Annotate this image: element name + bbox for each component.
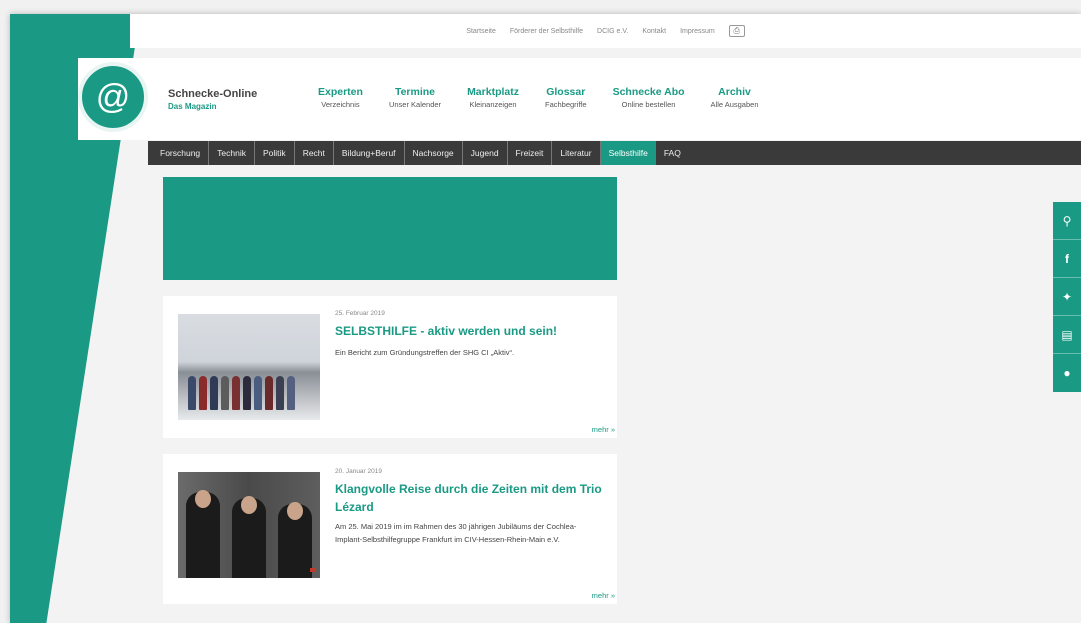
topbar-link-kontakt[interactable]: Kontakt <box>642 28 666 35</box>
article-title[interactable]: Klangvolle Reise durch die Zeiten mit de… <box>335 480 605 516</box>
group-photo <box>188 376 295 410</box>
topbar-link-startseite[interactable]: Startseite <box>466 28 496 35</box>
topbar-link-dcig[interactable]: DCIG e.V. <box>597 28 628 35</box>
nav-item-subtitle: Verzeichnis <box>321 100 360 109</box>
nav-item-glossar[interactable]: Glossar Fachbegriffe <box>545 86 587 109</box>
article-card: 25. Februar 2019 SELBSTHILFE - aktiv wer… <box>163 296 617 438</box>
read-more-link[interactable]: mehr » <box>592 425 615 434</box>
article-card: 20. Januar 2019 Klangvolle Reise durch d… <box>163 454 617 604</box>
nav-item-subtitle: Kleinanzeigen <box>469 100 517 109</box>
brand-name: Schnecke-Online <box>168 88 258 100</box>
nav-item-title: Glossar <box>546 86 586 98</box>
nav-item-marktplatz[interactable]: Marktplatz Kleinanzeigen <box>467 86 519 109</box>
nav-item-archiv[interactable]: Archiv Alle Ausgaben <box>711 86 759 109</box>
twitter-icon[interactable]: ✦ <box>1053 278 1081 316</box>
nav-item-subtitle: Online bestellen <box>621 100 676 109</box>
brand-subtitle: Das Magazin <box>168 102 217 111</box>
main-navigation: Experten Verzeichnis Termine Unser Kalen… <box>318 86 759 109</box>
site-header: @ Schnecke-Online Das Magazin Experten V… <box>78 58 1081 140</box>
article-date: 20. Januar 2019 <box>335 468 382 475</box>
category-bildung-beruf[interactable]: Bildung+Beruf <box>334 141 405 165</box>
category-politik[interactable]: Politik <box>255 141 295 165</box>
nav-item-subtitle: Alle Ausgaben <box>710 100 759 109</box>
nav-item-subtitle: Fachbegriffe <box>545 100 587 109</box>
topbar-link-impressum[interactable]: Impressum <box>680 28 715 35</box>
nav-item-experten[interactable]: Experten Verzeichnis <box>318 86 363 109</box>
snail-logo-icon: @ <box>95 78 131 116</box>
musician-figure <box>186 490 220 578</box>
category-recht[interactable]: Recht <box>295 141 334 165</box>
social-sidebar: ⚲ f ✦ ▤ ● <box>1053 202 1081 392</box>
nav-item-title: Schnecke Abo <box>612 86 685 98</box>
thumbnail-caption-badge <box>310 568 316 572</box>
category-jugend[interactable]: Jugend <box>463 141 508 165</box>
chat-icon[interactable]: ● <box>1053 354 1081 392</box>
newsletter-icon[interactable]: ▤ <box>1053 316 1081 354</box>
nav-item-title: Marktplatz <box>467 86 519 98</box>
category-faq[interactable]: FAQ <box>656 141 689 165</box>
article-thumbnail[interactable] <box>178 314 320 420</box>
read-more-link[interactable]: mehr » <box>592 591 615 600</box>
category-freizeit[interactable]: Freizeit <box>508 141 553 165</box>
category-selbsthilfe[interactable]: Selbsthilfe <box>600 141 656 165</box>
article-title[interactable]: SELBSTHILFE - aktiv werden und sein! <box>335 322 605 340</box>
facebook-icon[interactable]: f <box>1053 240 1081 278</box>
category-technik[interactable]: Technik <box>209 141 255 165</box>
nav-item-title: Experten <box>318 86 363 98</box>
nav-item-subtitle: Unser Kalender <box>388 100 442 109</box>
brand[interactable]: Schnecke-Online Das Magazin <box>168 88 257 111</box>
search-icon[interactable]: ⚲ <box>1053 202 1081 240</box>
category-banner <box>163 177 617 280</box>
category-bar: Forschung Technik Politik Recht Bildung+… <box>148 141 1081 165</box>
topbar-link-foerderer[interactable]: Förderer der Selbsthilfe <box>510 28 583 35</box>
logo[interactable]: @ <box>78 62 148 132</box>
nav-item-title: Termine <box>394 86 436 98</box>
utility-bar: Startseite Förderer der Selbsthilfe DCIG… <box>130 14 1081 48</box>
print-icon[interactable]: ⎙ <box>728 25 745 37</box>
category-forschung[interactable]: Forschung <box>152 141 210 165</box>
browser-page: Startseite Förderer der Selbsthilfe DCIG… <box>10 14 1081 623</box>
article-excerpt: Ein Bericht zum Gründungstreffen der SHG… <box>335 348 515 357</box>
musician-figure <box>278 502 312 578</box>
category-literatur[interactable]: Literatur <box>552 141 601 165</box>
nav-item-termine[interactable]: Termine Unser Kalender <box>389 86 441 109</box>
article-excerpt: Am 25. Mai 2019 im im Rahmen des 30 jähr… <box>335 522 577 544</box>
category-nachsorge[interactable]: Nachsorge <box>405 141 463 165</box>
article-thumbnail[interactable] <box>178 472 320 578</box>
musician-figure <box>232 496 266 578</box>
nav-item-schnecke-abo[interactable]: Schnecke Abo Online bestellen <box>613 86 685 109</box>
article-date: 25. Februar 2019 <box>335 310 385 317</box>
nav-item-title: Archiv <box>718 86 751 98</box>
